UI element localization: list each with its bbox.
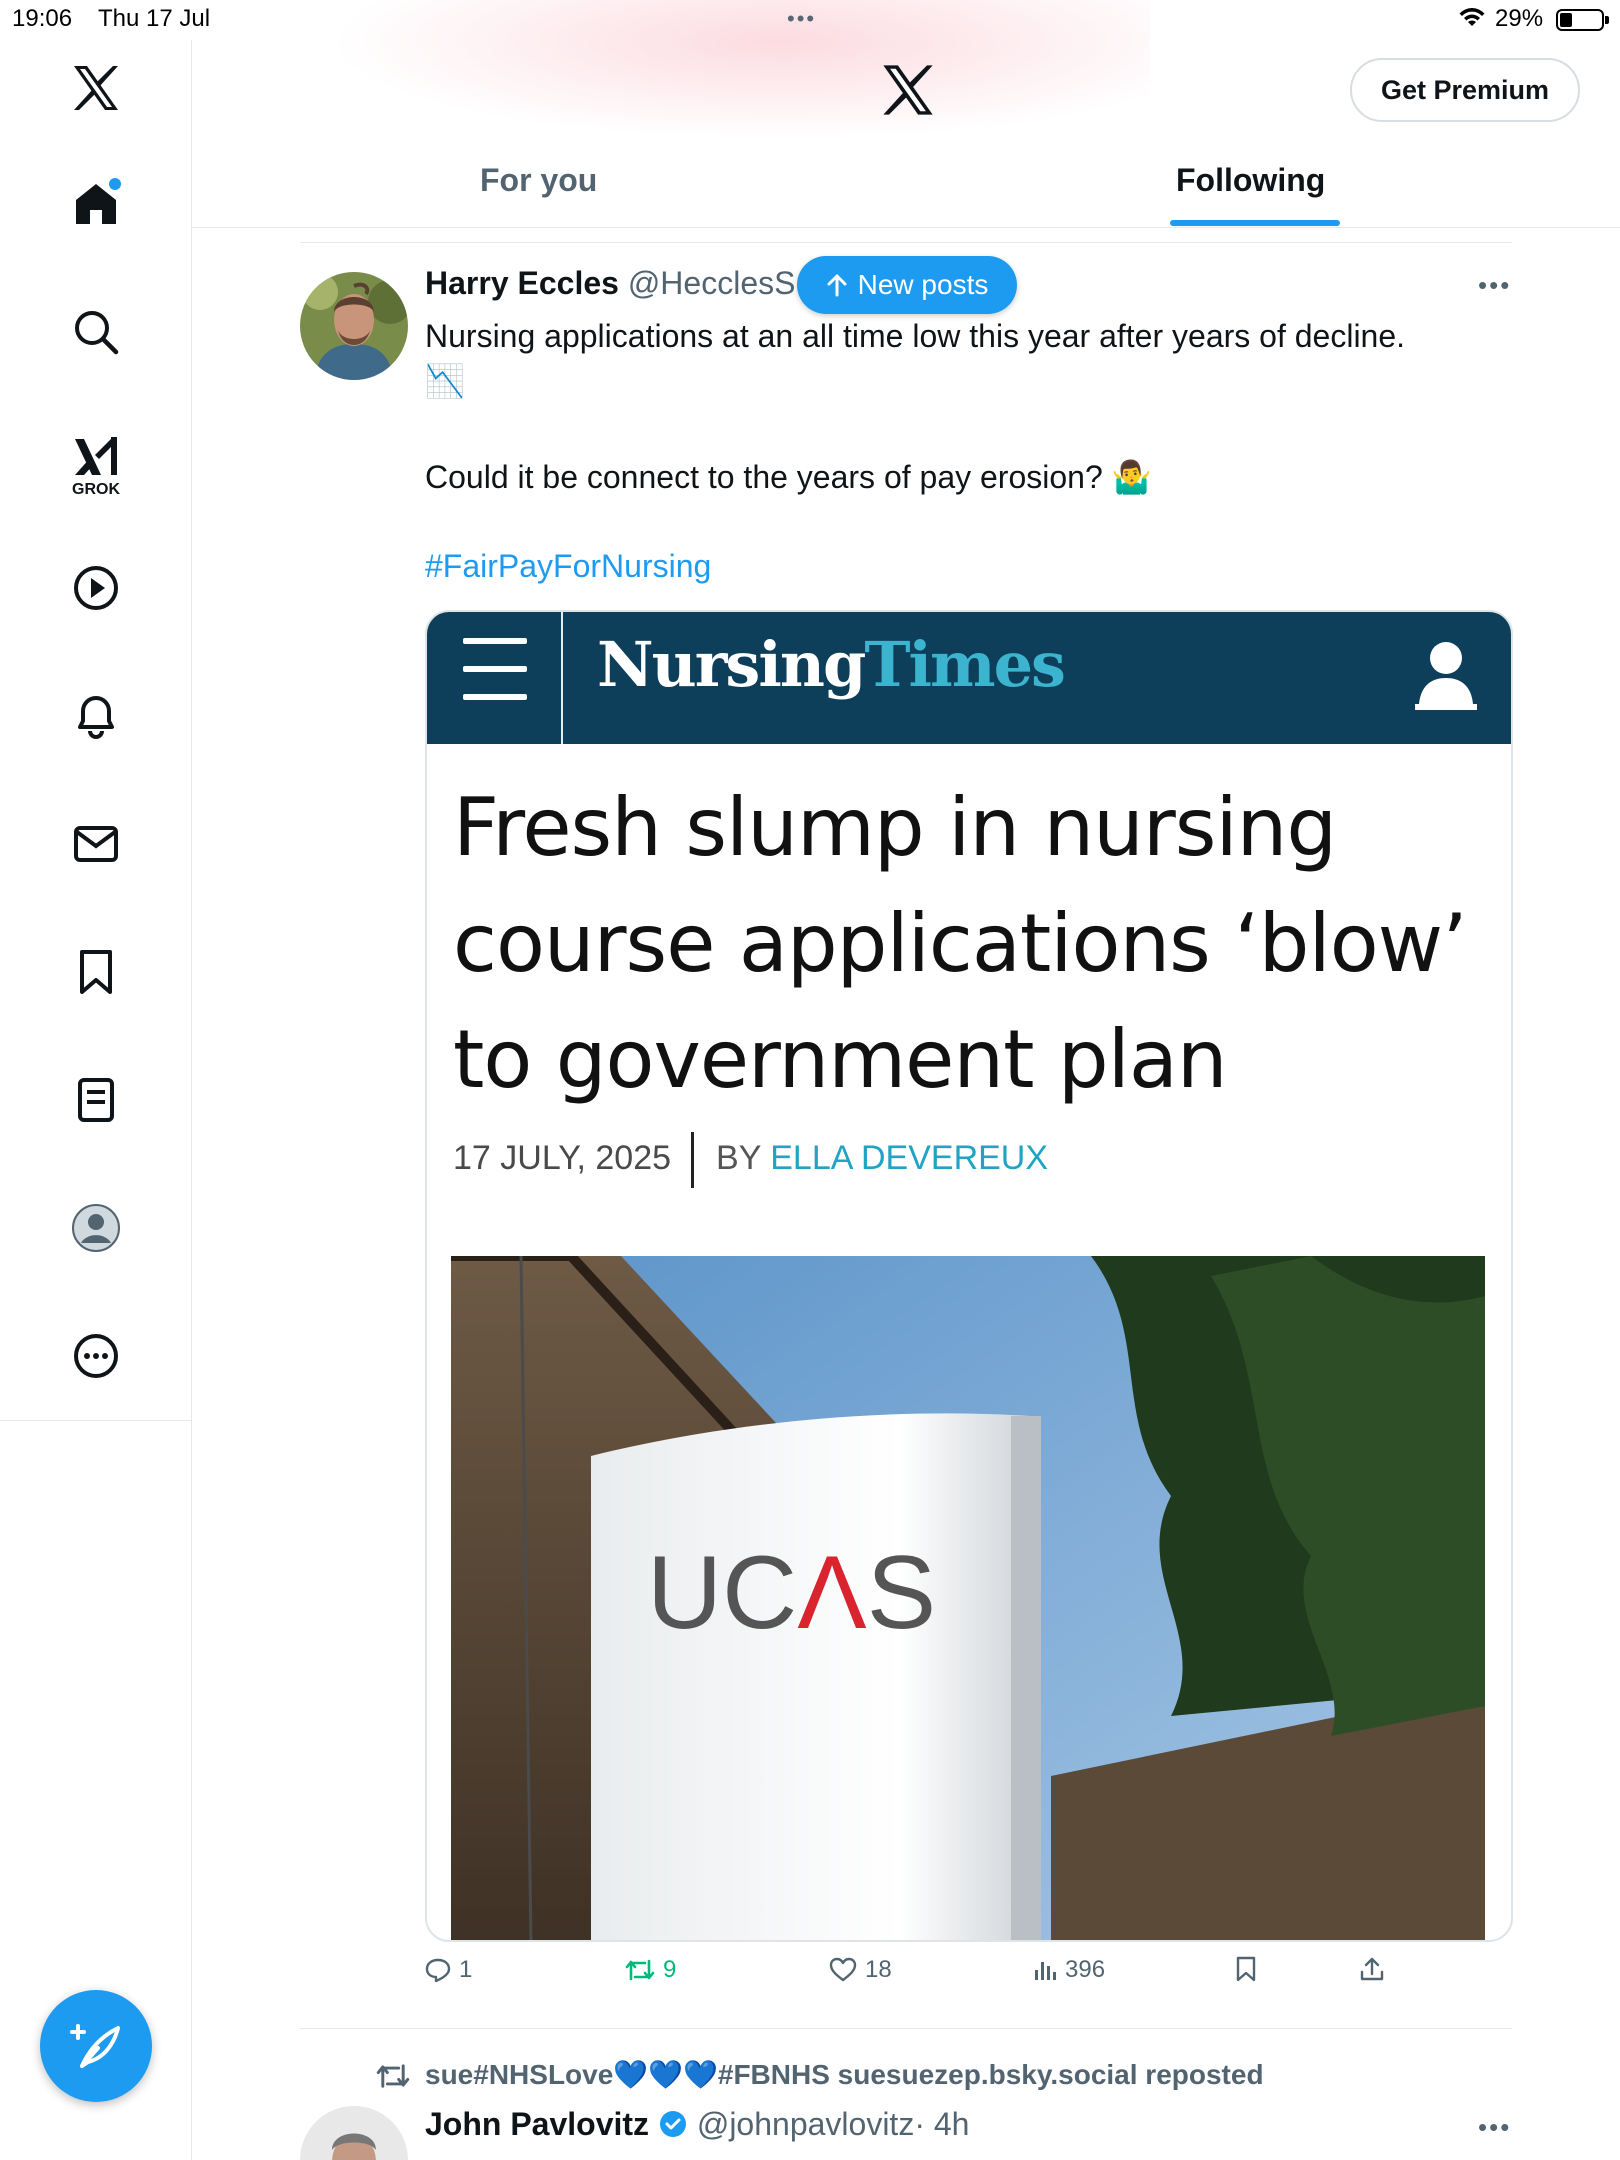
header-separator bbox=[561, 612, 563, 744]
verified-badge-icon bbox=[659, 2111, 686, 2137]
sidebar-item-more[interactable] bbox=[60, 1320, 132, 1392]
reply-count: 1 bbox=[459, 1956, 473, 1983]
tweet-text-line2: Could it be connect to the years of pay … bbox=[425, 459, 1152, 495]
heart-icon bbox=[829, 1957, 857, 1982]
nursing-times-header: NursingTimes bbox=[427, 612, 1511, 744]
avatar[interactable] bbox=[300, 272, 408, 380]
author-name[interactable]: Harry Eccles bbox=[425, 265, 619, 301]
grok-icon bbox=[75, 437, 117, 475]
like-count: 18 bbox=[865, 1956, 892, 1983]
share-icon bbox=[1360, 1957, 1384, 1981]
new-posts-label: New posts bbox=[857, 269, 989, 300]
battery-percentage: 29% bbox=[1495, 5, 1544, 32]
tweet-author-2[interactable]: John Pavlovitz @johnpavlovitz· 4h bbox=[425, 2106, 969, 2143]
article-photo: UCΛS bbox=[451, 1256, 1485, 1940]
profile-icon bbox=[72, 1204, 120, 1252]
status-date: Thu 17 Jul bbox=[98, 5, 211, 32]
sidebar-item-grok[interactable]: GROK bbox=[60, 422, 132, 512]
sidebar-item-notifications[interactable] bbox=[60, 680, 132, 752]
tab-following[interactable]: Following bbox=[1176, 162, 1325, 199]
article-byline: 17 JULY, 2025 BY ELLA DEVEREUX bbox=[453, 1132, 1048, 1188]
article-date: 17 JULY, 2025 bbox=[453, 1138, 672, 1177]
compose-icon bbox=[70, 2024, 120, 2068]
new-posts-button[interactable]: New posts bbox=[797, 256, 1017, 314]
article-author: ELLA DEVEREUX bbox=[770, 1138, 1049, 1177]
tweet-emoji: 📉 bbox=[425, 363, 465, 399]
bookmark-icon bbox=[80, 950, 112, 994]
reply-icon bbox=[425, 1958, 451, 1983]
author-handle[interactable]: @HecclesS bbox=[628, 265, 796, 301]
tweet-text-line1: Nursing applications at an all time low … bbox=[425, 318, 1406, 354]
ucas-sign-text: UCΛS bbox=[647, 1535, 936, 1651]
sidebar-item-lists[interactable] bbox=[60, 1064, 132, 1136]
timeline-tabs: For you Following bbox=[192, 150, 1620, 228]
get-premium-button[interactable]: Get Premium bbox=[1350, 58, 1580, 122]
sidebar-item-videos[interactable] bbox=[60, 552, 132, 624]
author2-name[interactable]: John Pavlovitz bbox=[425, 2106, 649, 2142]
reposted-icon bbox=[376, 2064, 410, 2088]
repost-icon bbox=[625, 1959, 655, 1981]
tweet-author[interactable]: Harry Eccles @HecclesS bbox=[425, 265, 795, 302]
bookmark-button[interactable] bbox=[1235, 1956, 1257, 1982]
byline-prefix: BY bbox=[716, 1138, 761, 1177]
battery-icon bbox=[1556, 9, 1609, 31]
repost-button[interactable]: 9 bbox=[625, 1956, 676, 1984]
sidebar-item-bookmarks[interactable] bbox=[60, 936, 132, 1008]
sidebar-item-profile[interactable] bbox=[60, 1192, 132, 1264]
search-icon bbox=[75, 311, 119, 355]
sidebar-item-home[interactable] bbox=[60, 168, 132, 240]
nursing-times-logo: NursingTimes bbox=[597, 628, 1066, 701]
sidebar-item-search[interactable] bbox=[60, 296, 132, 368]
article-headline: Fresh slump in nursing course applicatio… bbox=[453, 770, 1493, 1118]
status-bar: 19:06 Thu 17 Jul ••• 29% bbox=[0, 0, 1620, 40]
headline-line1: Fresh slump in nursing bbox=[453, 781, 1337, 874]
share-button[interactable] bbox=[1359, 1956, 1385, 1982]
user-icon bbox=[1415, 642, 1477, 710]
tweet-divider-2 bbox=[300, 2028, 1512, 2029]
sidebar: GROK bbox=[0, 40, 192, 1420]
bell-icon bbox=[78, 696, 114, 739]
views-icon bbox=[1035, 1962, 1056, 1980]
repost-count: 9 bbox=[663, 1956, 677, 1983]
headline-line2: course applications ‘blow’ bbox=[453, 897, 1468, 990]
tweet-more-icon[interactable]: ••• bbox=[1478, 270, 1511, 301]
status-time: 19:06 bbox=[12, 5, 73, 32]
author2-handle[interactable]: @johnpavlovitz bbox=[697, 2106, 914, 2142]
like-button[interactable]: 18 bbox=[829, 1956, 892, 1984]
headline-line3: to government plan bbox=[453, 1013, 1228, 1106]
sidebar-divider bbox=[0, 1420, 192, 1421]
reply-button[interactable]: 1 bbox=[425, 1956, 472, 1984]
sidebar-item-messages[interactable] bbox=[60, 808, 132, 880]
views-button[interactable]: 396 bbox=[1033, 1956, 1105, 1984]
bookmark-action-icon bbox=[1236, 1956, 1256, 1982]
tab-active-indicator bbox=[1170, 220, 1340, 226]
menu-icon bbox=[463, 638, 527, 708]
multitasking-dots-icon[interactable]: ••• bbox=[787, 6, 816, 32]
play-icon bbox=[74, 566, 118, 610]
home-icon bbox=[76, 178, 121, 224]
tab-for-you[interactable]: For you bbox=[480, 162, 597, 199]
tweet-media-card[interactable]: NursingTimes Fresh slump in nursing cour… bbox=[425, 610, 1513, 1942]
lists-icon bbox=[78, 1078, 114, 1122]
repost-attribution[interactable]: sue#NHSLove💙💙💙#FBNHS suesuezep.bsky.soci… bbox=[425, 2058, 1264, 2091]
avatar-2[interactable] bbox=[300, 2106, 408, 2160]
compose-button[interactable] bbox=[40, 1990, 152, 2102]
wifi-icon bbox=[1459, 8, 1485, 26]
author2-time: · 4h bbox=[914, 2106, 970, 2142]
tweet-actions: 1 9 18 396 bbox=[425, 1956, 1513, 1996]
column-divider bbox=[191, 1420, 192, 2160]
mail-icon bbox=[74, 826, 118, 862]
views-count: 396 bbox=[1065, 1956, 1106, 1983]
arrow-up-icon bbox=[827, 274, 847, 297]
x-logo-icon[interactable] bbox=[60, 52, 132, 124]
tweet2-more-icon[interactable]: ••• bbox=[1478, 2112, 1511, 2143]
x-header-logo-icon[interactable] bbox=[880, 62, 936, 118]
tweet-hashtag[interactable]: #FairPayForNursing bbox=[425, 548, 711, 585]
more-icon bbox=[74, 1334, 118, 1378]
tweet-divider bbox=[300, 242, 1512, 243]
